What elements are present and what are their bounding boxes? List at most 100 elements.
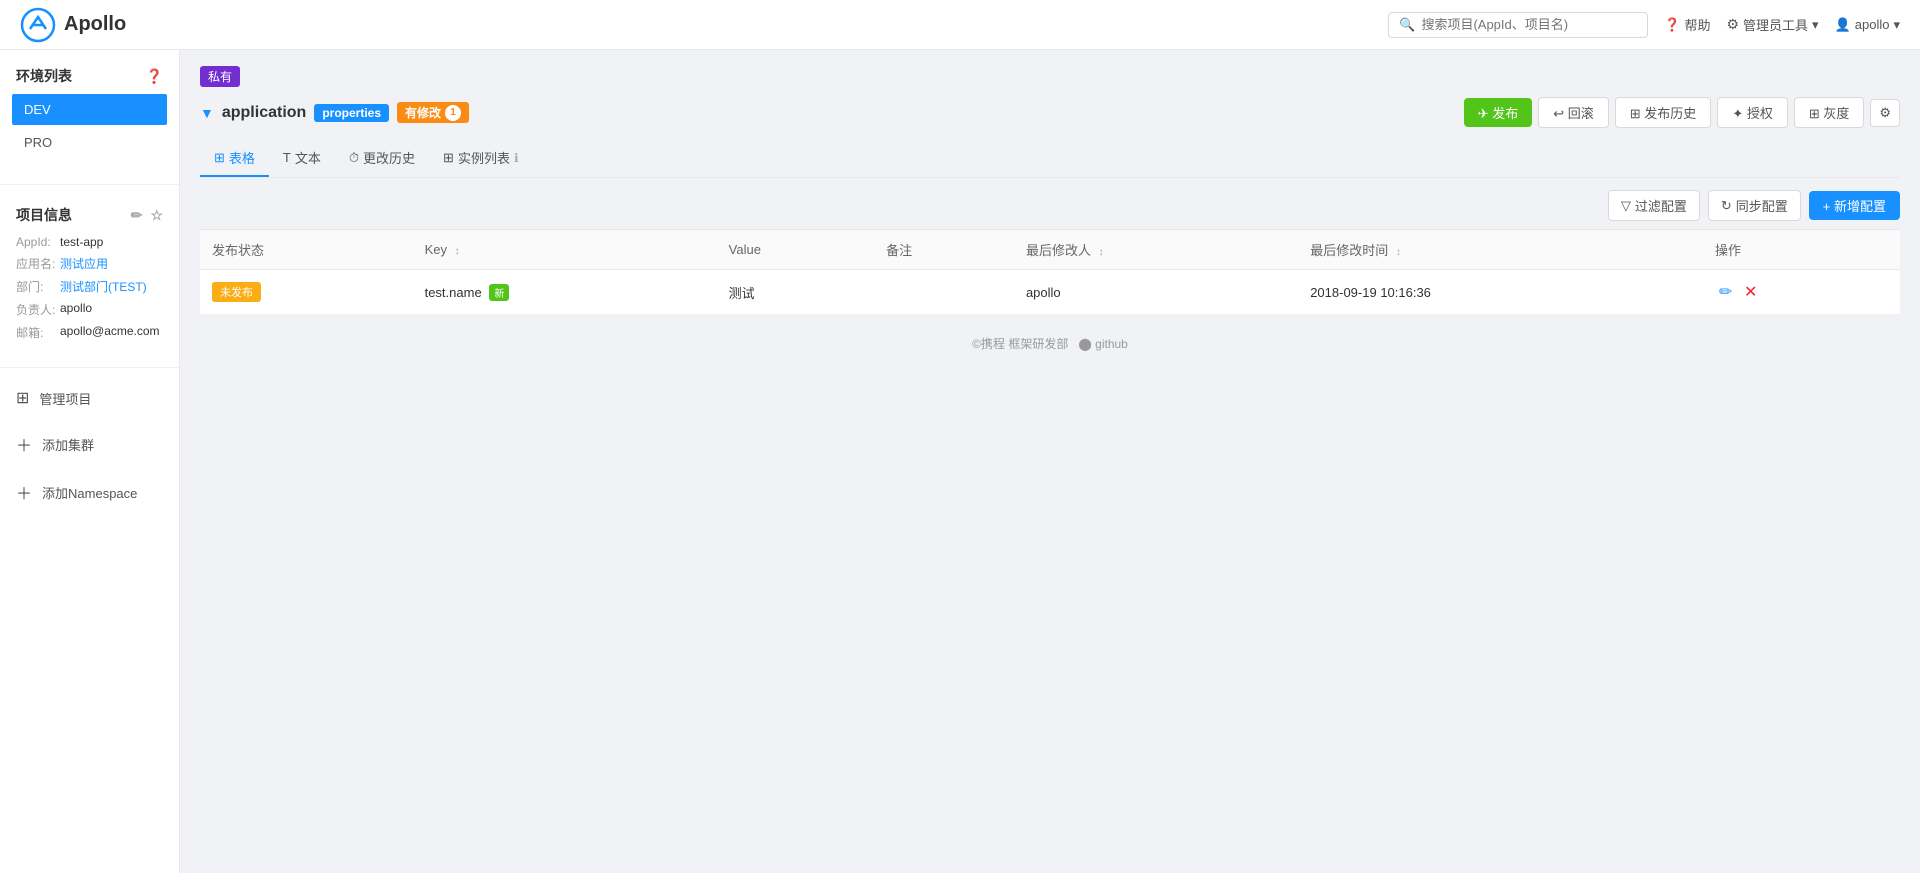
sidebar: 环境列表 ❓ DEV PRO 项目信息 ✏ ☆ AppId: test-app bbox=[0, 50, 180, 873]
col-key-label: Key bbox=[425, 242, 447, 257]
manage-project-label: 管理项目 bbox=[39, 389, 91, 408]
project-info-actions: ✏ ☆ bbox=[131, 207, 163, 224]
row-key: test.name 新 bbox=[413, 270, 717, 315]
namespace-actions: ✈ 发布 ↩ 回滚 ⊞ 发布历史 ✦ 授权 ⊞ 灰度 ⚙ bbox=[1464, 97, 1900, 128]
tab-table[interactable]: ⊞ 表格 bbox=[200, 140, 269, 177]
table-header: 发布状态 Key ↕ Value 备注 最后修改人 ↕ bbox=[200, 230, 1900, 270]
user-menu[interactable]: 👤 apollo ▾ bbox=[1835, 17, 1900, 33]
row-value: 测试 bbox=[717, 270, 874, 315]
filter-label: 过滤配置 bbox=[1635, 196, 1687, 215]
col-remark-label: 备注 bbox=[886, 243, 912, 258]
footer: ©携程 框架研发部 ⬤ github bbox=[200, 315, 1900, 372]
project-email-row: 邮箱: apollo@acme.com bbox=[16, 324, 163, 341]
tab-instances[interactable]: ⊞ 实例列表 ℹ bbox=[429, 140, 532, 177]
namespace-name: application bbox=[222, 104, 306, 122]
edit-icon[interactable]: ✏ bbox=[131, 207, 143, 224]
value-text: 测试 bbox=[729, 286, 755, 301]
tab-text-label: 文本 bbox=[295, 148, 321, 167]
add-cluster-label: 添加集群 bbox=[42, 435, 94, 454]
project-appname-row: 应用名: 测试应用 bbox=[16, 255, 163, 272]
publish-history-button[interactable]: ⊞ 发布历史 bbox=[1615, 97, 1712, 128]
env-item-pro[interactable]: PRO bbox=[12, 127, 167, 158]
col-modifier: 最后修改人 ↕ bbox=[1014, 230, 1298, 270]
sidebar-divider-2 bbox=[0, 367, 179, 368]
env-section-title: 环境列表 bbox=[16, 66, 72, 86]
plus-icon-namespace: ＋ bbox=[16, 480, 32, 504]
brand-name: Apollo bbox=[64, 13, 126, 36]
layout: 环境列表 ❓ DEV PRO 项目信息 ✏ ☆ AppId: test-app bbox=[0, 50, 1920, 873]
star-icon[interactable]: ☆ bbox=[150, 207, 163, 224]
search-box[interactable]: 🔍 bbox=[1388, 12, 1648, 38]
search-input[interactable] bbox=[1421, 17, 1637, 32]
table-toolbar: ▽ 过滤配置 ↻ 同步配置 + 新增配置 bbox=[200, 190, 1900, 221]
modifier-sort-icon: ↕ bbox=[1099, 247, 1104, 258]
history-icon: ⏱ bbox=[349, 150, 359, 166]
help-circle-icon[interactable]: ❓ bbox=[146, 68, 163, 85]
tag-modified-label: 有修改 bbox=[405, 104, 441, 121]
col-modified-time: 最后修改时间 ↕ bbox=[1298, 230, 1703, 270]
env-item-dev[interactable]: DEV bbox=[12, 94, 167, 125]
grid-icon: ⊞ bbox=[16, 388, 29, 408]
col-action-label: 操作 bbox=[1715, 243, 1741, 258]
collapse-icon[interactable]: ▼ bbox=[200, 105, 214, 121]
config-table: 发布状态 Key ↕ Value 备注 最后修改人 ↕ bbox=[200, 229, 1900, 315]
settings-button[interactable]: ⚙ bbox=[1870, 99, 1900, 127]
footer-github-label: github bbox=[1095, 337, 1128, 351]
appname-label: 应用名: bbox=[16, 255, 56, 272]
delete-row-button[interactable]: ✕ bbox=[1740, 280, 1761, 304]
col-key: Key ↕ bbox=[413, 230, 717, 270]
footer-github-link[interactable]: ⬤ github bbox=[1078, 337, 1127, 351]
project-info-header: 项目信息 ✏ ☆ bbox=[16, 205, 163, 225]
email-label: 邮箱: bbox=[16, 324, 56, 341]
table-icon: ⊞ bbox=[214, 150, 225, 166]
help-icon: ❓ bbox=[1664, 17, 1680, 33]
project-appid-row: AppId: test-app bbox=[16, 235, 163, 249]
add-namespace-action[interactable]: ＋ 添加Namespace bbox=[0, 468, 179, 516]
authorize-button[interactable]: ✦ 授权 bbox=[1717, 97, 1788, 128]
namespace-title: ▼ application properties 有修改 1 bbox=[200, 102, 469, 123]
tab-table-label: 表格 bbox=[229, 148, 255, 167]
badge-private: 私有 bbox=[200, 66, 240, 87]
manage-project-action[interactable]: ⊞ 管理项目 bbox=[0, 376, 179, 420]
gear-icon: ⚙ bbox=[1726, 16, 1739, 33]
add-config-button[interactable]: + 新增配置 bbox=[1809, 191, 1900, 220]
plus-icon-cluster: ＋ bbox=[16, 432, 32, 456]
owner-value: apollo bbox=[60, 301, 92, 318]
grey-button[interactable]: ⊞ 灰度 bbox=[1794, 97, 1865, 128]
env-dev-label: DEV bbox=[24, 102, 51, 117]
rollback-button[interactable]: ↩ 回滚 bbox=[1538, 97, 1609, 128]
project-dept-row: 部门: 测试部门(TEST) bbox=[16, 278, 163, 295]
col-modifier-label: 最后修改人 bbox=[1026, 243, 1091, 258]
namespace-tabs: ⊞ 表格 T 文本 ⏱ 更改历史 ⊞ 实例列表 ℹ bbox=[200, 140, 1900, 178]
col-value-label: Value bbox=[729, 242, 761, 257]
tag-modified-count: 1 bbox=[445, 105, 461, 121]
navbar: Apollo 🔍 ❓ 帮助 ⚙ 管理员工具 ▾ 👤 apollo ▾ bbox=[0, 0, 1920, 50]
dept-label: 部门: bbox=[16, 278, 56, 295]
help-link[interactable]: ❓ 帮助 bbox=[1664, 15, 1710, 34]
col-remark: 备注 bbox=[874, 230, 1014, 270]
owner-label: 负责人: bbox=[16, 301, 56, 318]
sync-button[interactable]: ↻ 同步配置 bbox=[1708, 190, 1801, 221]
env-section-header: 环境列表 ❓ bbox=[12, 66, 167, 86]
brand: Apollo bbox=[20, 7, 126, 43]
user-chevron-icon: ▾ bbox=[1893, 17, 1900, 33]
appid-value: test-app bbox=[60, 235, 103, 249]
modified-time-sort-icon: ↕ bbox=[1396, 247, 1401, 258]
tab-history[interactable]: ⏱ 更改历史 bbox=[335, 140, 429, 177]
namespace-header: ▼ application properties 有修改 1 ✈ 发布 ↩ 回滚… bbox=[200, 97, 1900, 128]
modifier-text: apollo bbox=[1026, 285, 1061, 300]
tab-history-label: 更改历史 bbox=[363, 148, 415, 167]
search-icon: 🔍 bbox=[1399, 17, 1415, 33]
footer-copyright: ©携程 框架研发部 bbox=[972, 337, 1068, 351]
tab-instances-label: 实例列表 bbox=[458, 148, 510, 167]
col-status: 发布状态 bbox=[200, 230, 413, 270]
tag-modified: 有修改 1 bbox=[397, 102, 469, 123]
edit-row-button[interactable]: ✏ bbox=[1715, 280, 1736, 304]
publish-button[interactable]: ✈ 发布 bbox=[1464, 98, 1533, 127]
tab-text[interactable]: T 文本 bbox=[269, 140, 335, 177]
filter-button[interactable]: ▽ 过滤配置 bbox=[1608, 190, 1700, 221]
add-cluster-action[interactable]: ＋ 添加集群 bbox=[0, 420, 179, 468]
new-tag: 新 bbox=[489, 284, 509, 301]
admin-link[interactable]: ⚙ 管理员工具 ▾ bbox=[1726, 15, 1818, 34]
row-modifier: apollo bbox=[1014, 270, 1298, 315]
